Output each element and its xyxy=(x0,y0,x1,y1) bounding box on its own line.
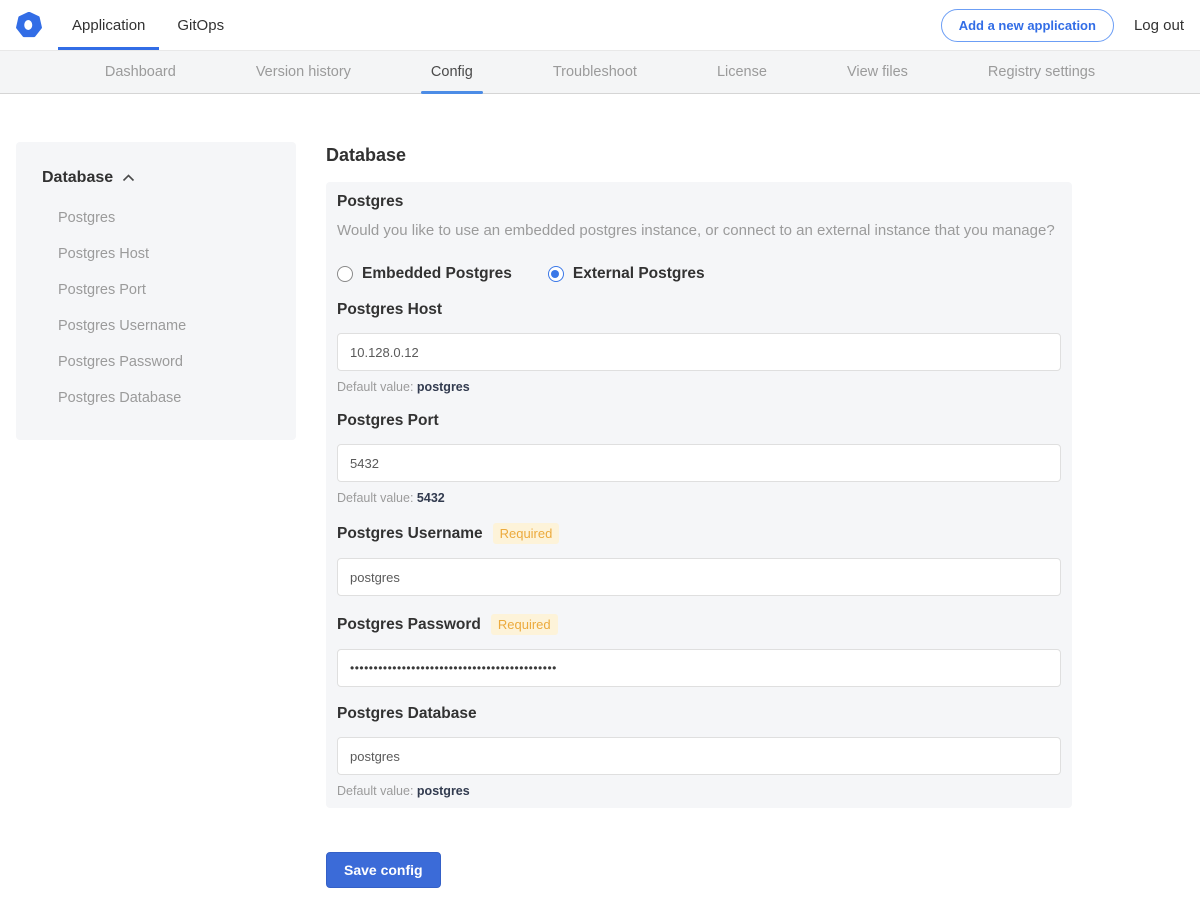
subnav-tab-version-history[interactable]: Version history xyxy=(246,51,361,93)
tab-application[interactable]: Application xyxy=(58,0,160,50)
default-value-text: 5432 xyxy=(416,491,445,506)
default-value-note: Default value: 5432 xyxy=(337,491,1061,505)
top-navbar: Application GitOps Add a new application… xyxy=(0,0,1200,50)
app-logo-icon xyxy=(16,12,42,38)
radio-external-postgres[interactable]: External Postgres xyxy=(547,265,705,283)
radio-unchecked-icon[interactable] xyxy=(337,266,353,283)
default-value-text: postgres xyxy=(416,380,470,395)
default-value-note: Default value: postgres xyxy=(337,380,1061,394)
config-sidebar: Database Postgres Postgres Host Postgres… xyxy=(16,142,296,440)
subnav-tab-label: Version history xyxy=(255,64,351,80)
logout-button[interactable]: Log out xyxy=(1134,17,1184,34)
group-help-text: Would you like to use an embedded postgr… xyxy=(337,222,1055,239)
tab-gitops[interactable]: GitOps xyxy=(163,0,238,50)
postgres-username-input[interactable] xyxy=(337,558,1061,597)
tab-gitops-label: GitOps xyxy=(177,16,225,34)
default-value-label: Default value: xyxy=(337,491,414,506)
postgres-port-input[interactable] xyxy=(337,444,1061,483)
field-postgres-host: Postgres Host Default value: postgres xyxy=(337,301,1061,394)
field-label: Postgres Port xyxy=(337,412,439,430)
subnav-tab-view-files[interactable]: View files xyxy=(837,51,918,93)
radio-embedded-postgres[interactable]: Embedded Postgres xyxy=(337,265,512,283)
field-postgres-password: Postgres Password Required xyxy=(337,614,1061,688)
add-new-application-button[interactable]: Add a new application xyxy=(940,8,1114,42)
sidebar-item-postgres-password[interactable]: Postgres Password xyxy=(42,344,280,380)
subnav-tab-label: Dashboard xyxy=(104,64,176,80)
subnav-tab-license[interactable]: License xyxy=(707,51,777,93)
app-logo[interactable] xyxy=(0,0,58,50)
sidebar-item-postgres-username[interactable]: Postgres Username xyxy=(42,308,280,344)
subnav-tab-troubleshoot[interactable]: Troubleshoot xyxy=(543,51,647,93)
subnav-tab-label: Troubleshoot xyxy=(552,64,637,80)
radio-embedded-postgres-label: Embedded Postgres xyxy=(362,265,512,283)
field-postgres-port: Postgres Port Default value: 5432 xyxy=(337,412,1061,505)
required-badge: Required xyxy=(492,523,560,545)
group-label-postgres: Postgres xyxy=(337,193,404,210)
default-value-text: postgres xyxy=(416,784,470,799)
postgres-host-input[interactable] xyxy=(337,333,1061,372)
subnav-tab-registry-settings[interactable]: Registry settings xyxy=(978,51,1105,93)
subnav-tab-label: License xyxy=(716,64,767,80)
default-value-label: Default value: xyxy=(337,380,414,395)
field-postgres-username: Postgres Username Required xyxy=(337,523,1061,597)
app-subnav: Dashboard Version history Config Trouble… xyxy=(0,50,1200,94)
config-main: Database Postgres Would you like to use … xyxy=(326,142,1072,904)
subnav-tab-dashboard[interactable]: Dashboard xyxy=(95,51,186,93)
config-page: Database Postgres Postgres Host Postgres… xyxy=(0,94,1200,904)
field-label: Postgres Host xyxy=(337,301,443,319)
subnav-tab-label: Registry settings xyxy=(987,64,1096,80)
subnav-tab-label: View files xyxy=(846,64,908,80)
chevron-up-icon xyxy=(123,174,135,182)
field-label: Postgres Password xyxy=(337,615,481,633)
postgres-radio-group: Embedded Postgres External Postgres xyxy=(337,265,1061,283)
sidebar-item-postgres[interactable]: Postgres xyxy=(42,200,280,236)
default-value-note: Default value: postgres xyxy=(337,784,1061,798)
radio-checked-icon[interactable] xyxy=(547,266,564,283)
radio-external-postgres-label: External Postgres xyxy=(572,265,705,283)
postgres-password-input[interactable] xyxy=(337,649,1061,688)
sidebar-group-label: Database xyxy=(42,169,114,186)
postgres-database-input[interactable] xyxy=(337,737,1061,776)
subnav-tab-config[interactable]: Config xyxy=(420,51,483,94)
default-value-label: Default value: xyxy=(337,784,414,799)
field-label: Postgres Database xyxy=(337,705,477,723)
database-config-panel: Postgres Would you like to use an embedd… xyxy=(326,182,1072,809)
field-postgres-database: Postgres Database Default value: postgre… xyxy=(337,705,1061,798)
field-label: Postgres Username xyxy=(337,524,483,542)
sidebar-group-database[interactable]: Database xyxy=(42,169,280,187)
required-badge: Required xyxy=(490,614,558,636)
tab-application-label: Application xyxy=(72,16,146,34)
sidebar-item-postgres-database[interactable]: Postgres Database xyxy=(42,380,280,416)
sidebar-item-postgres-host[interactable]: Postgres Host xyxy=(42,236,280,272)
subnav-tab-label: Config xyxy=(430,64,473,80)
sidebar-item-list: Postgres Postgres Host Postgres Port Pos… xyxy=(42,200,280,416)
sidebar-item-postgres-port[interactable]: Postgres Port xyxy=(42,272,280,308)
page-title: Database xyxy=(326,145,407,165)
topnav-spacer xyxy=(242,0,941,50)
save-config-button[interactable]: Save config xyxy=(326,852,441,889)
